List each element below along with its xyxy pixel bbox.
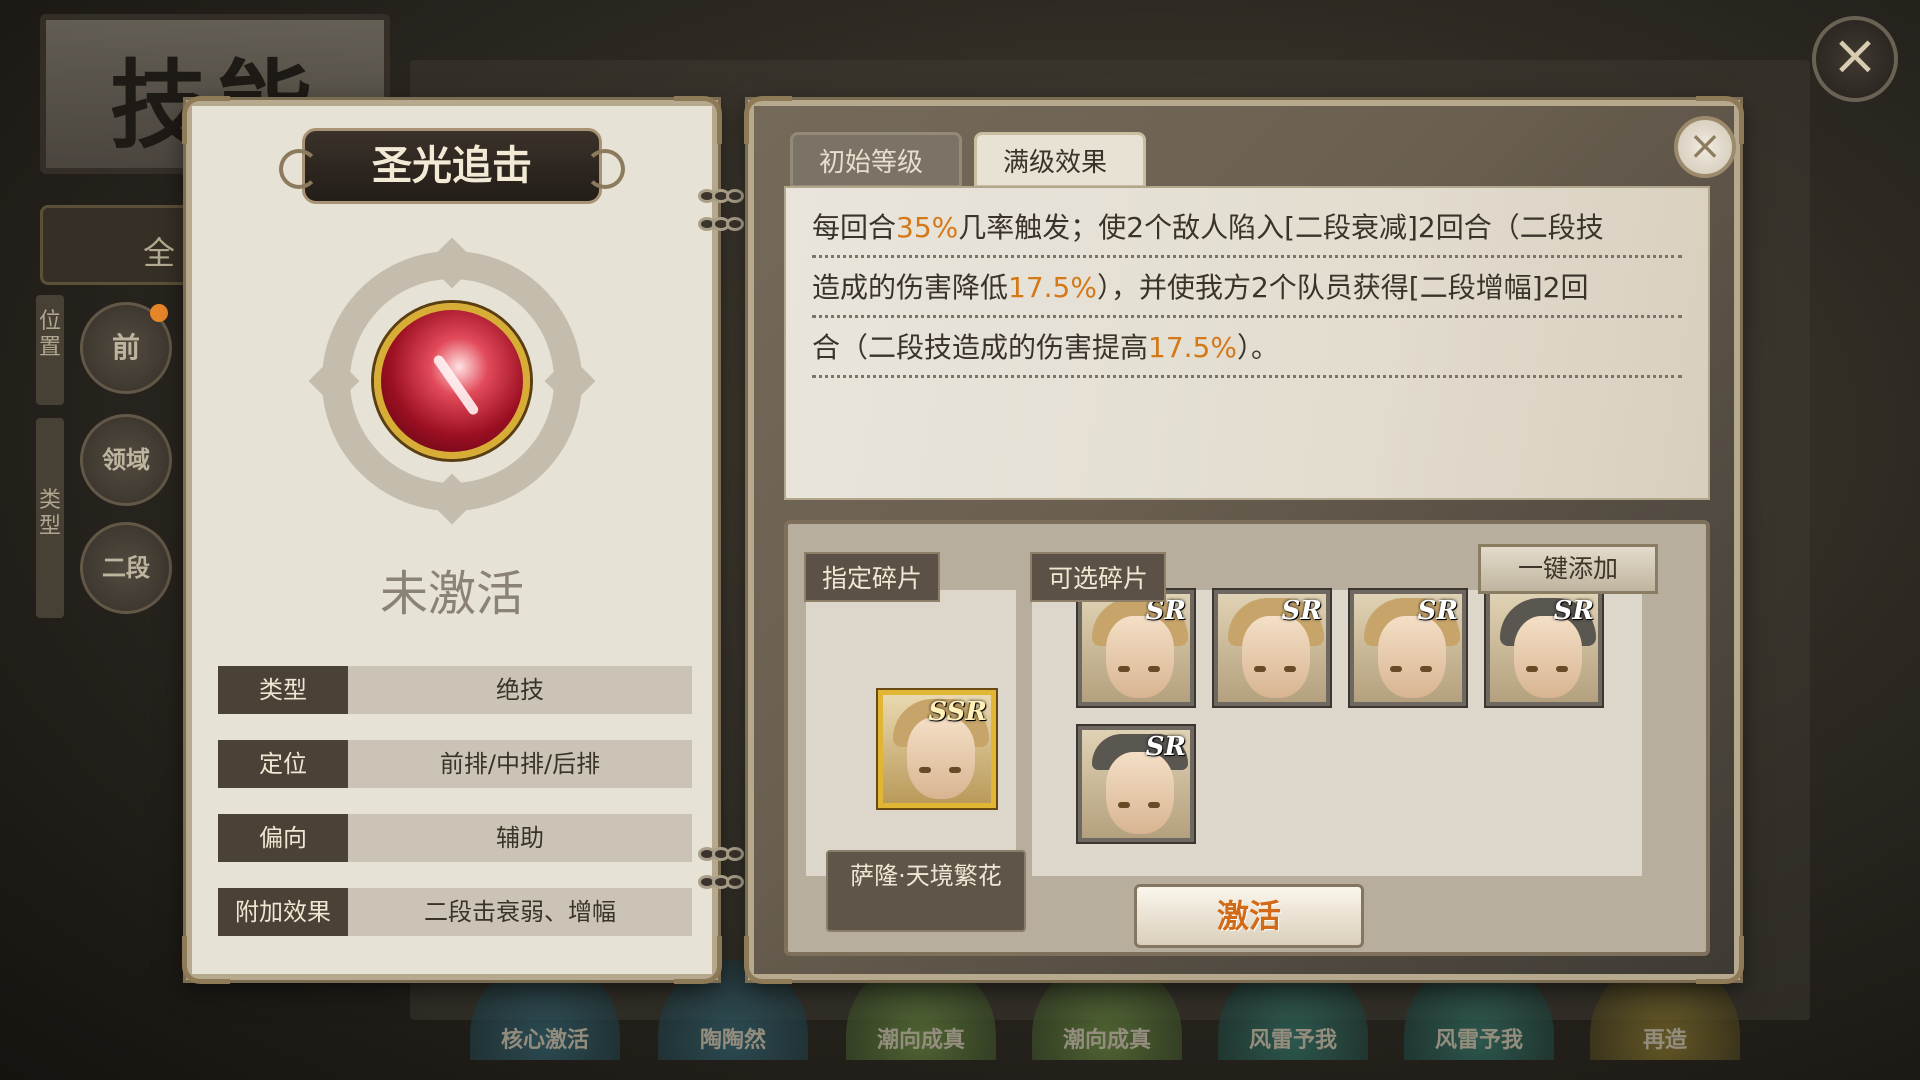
hero-portrait xyxy=(1106,616,1174,698)
desc-text: 造成的伤害降低 xyxy=(812,271,1009,304)
skill-name: 圣光追击 xyxy=(279,128,625,204)
eye xyxy=(1284,666,1296,672)
desc-highlight: 35% xyxy=(896,211,959,244)
type-filter-label: 类型 xyxy=(36,418,64,618)
ornament-corner xyxy=(182,96,230,144)
skill-detail-panel: 初始等级 满级效果 × 每回合35%几率触发；使2个敌人陷入[二段衰减]2回合（… xyxy=(744,96,1744,984)
scroll-ornament xyxy=(585,149,625,189)
skill-name-text: 圣光追击 xyxy=(372,142,532,189)
filter-all-button[interactable]: 全 xyxy=(40,205,210,285)
attribute-row: 附加效果 二段击衰弱、增幅 xyxy=(218,888,692,936)
eye xyxy=(949,767,961,773)
optional-fragment-label: 可选碎片 xyxy=(1030,552,1167,602)
attribute-row: 类型 绝技 xyxy=(218,666,692,714)
optional-fragment-slots: SR SR SR SR SR xyxy=(1032,590,1642,876)
rarity-badge: SR xyxy=(1281,596,1322,626)
ornament-corner xyxy=(744,96,792,144)
attribute-row: 偏向 辅助 xyxy=(218,814,692,862)
desc-text: 合（二段技造成的伤害提高 xyxy=(812,331,1149,364)
rarity-badge: SR xyxy=(1417,596,1458,626)
notification-dot xyxy=(150,304,168,322)
scroll-ornament xyxy=(279,149,319,189)
attribute-key: 偏向 xyxy=(218,814,348,862)
eye xyxy=(1118,802,1130,808)
hero-name: 萨隆·天境繁花 xyxy=(826,850,1026,932)
ornament-corner xyxy=(674,96,722,144)
ssr-hero-card[interactable]: SSR xyxy=(878,690,996,808)
tab-initial-level[interactable]: 初始等级 xyxy=(790,132,962,188)
holy-strike-icon xyxy=(374,303,530,459)
filter-domain-button[interactable]: 领域 xyxy=(80,414,172,506)
hero-portrait xyxy=(1242,616,1310,698)
close-icon[interactable]: × xyxy=(1674,116,1736,178)
attribute-key: 附加效果 xyxy=(218,888,348,936)
sr-hero-card[interactable]: SR xyxy=(1078,590,1194,706)
attribute-value: 绝技 xyxy=(496,676,544,704)
sr-hero-card[interactable]: SR xyxy=(1486,590,1602,706)
attribute-row: 定位 前排/中排/后排 xyxy=(218,740,692,788)
desc-text: ）。 xyxy=(1236,331,1279,364)
fixed-fragment-label: 指定碎片 xyxy=(804,552,941,602)
one-click-add-button[interactable]: 一键添加 xyxy=(1478,544,1658,594)
attribute-table: 类型 绝技 定位 前排/中排/后排 偏向 辅助 附加效果 二段击衰弱、增幅 xyxy=(218,666,692,962)
sr-hero-card[interactable]: SR xyxy=(1350,590,1466,706)
filter-second-stage-button[interactable]: 二段 xyxy=(80,522,172,614)
attribute-key: 类型 xyxy=(218,666,348,714)
description-line: 合（二段技造成的伤害提高17.5%）。 xyxy=(812,318,1682,378)
eye xyxy=(1390,666,1402,672)
tab-max-level-effect[interactable]: 满级效果 xyxy=(974,132,1146,188)
activation-status: 未激活 xyxy=(379,566,524,622)
hero-portrait xyxy=(1514,616,1582,698)
fragment-area: SSR 萨隆·天境繁花 SR SR SR SR SR 指定碎片 可选碎片 一键添… xyxy=(784,520,1710,956)
slash-mark xyxy=(431,353,481,417)
eye xyxy=(1148,802,1160,808)
desc-text: ），并使我方2个队员获得[二段增幅]2回 xyxy=(1096,271,1589,304)
eye xyxy=(1118,666,1130,672)
rarity-badge: SR xyxy=(1553,596,1594,626)
attribute-key: 定位 xyxy=(218,740,348,788)
sr-hero-card[interactable]: SR xyxy=(1078,726,1194,842)
eye xyxy=(1420,666,1432,672)
rarity-badge: SR xyxy=(1145,732,1186,762)
hero-portrait xyxy=(907,717,975,799)
hero-portrait xyxy=(1378,616,1446,698)
eye xyxy=(1526,666,1538,672)
eye xyxy=(1148,666,1160,672)
close-icon[interactable]: × xyxy=(1812,16,1898,102)
fixed-fragment-slot: SSR 萨隆·天境繁花 xyxy=(806,590,1026,932)
description-line: 造成的伤害降低17.5%），并使我方2个队员获得[二段增幅]2回 xyxy=(812,258,1682,318)
sr-hero-card[interactable]: SR xyxy=(1214,590,1330,706)
rarity-badge: SSR xyxy=(928,697,987,727)
eye xyxy=(1254,666,1266,672)
attribute-value: 前排/中排/后排 xyxy=(439,750,601,778)
eye xyxy=(919,767,931,773)
desc-highlight: 17.5% xyxy=(1008,271,1097,304)
skill-card: 圣光追击 未激活 类型 绝技 定位 前排/中排/后排 偏向 辅助 附加效果 二段… xyxy=(182,96,722,984)
hero-portrait xyxy=(1106,752,1174,834)
description-line: 每回合35%几率触发；使2个敌人陷入[二段衰减]2回合（二段技 xyxy=(812,198,1682,258)
position-filter-label: 位置 xyxy=(36,295,64,405)
activate-button[interactable]: 激活 xyxy=(1134,884,1364,948)
desc-text: 每回合 xyxy=(812,211,897,244)
eye xyxy=(1556,666,1568,672)
skill-description: 每回合35%几率触发；使2个敌人陷入[二段衰减]2回合（二段技 造成的伤害降低1… xyxy=(784,186,1710,500)
attribute-value: 辅助 xyxy=(496,824,544,852)
skill-emblem-icon xyxy=(308,237,596,525)
attribute-value: 二段击衰弱、增幅 xyxy=(424,898,616,926)
desc-highlight: 17.5% xyxy=(1148,331,1237,364)
desc-text: 几率触发；使2个敌人陷入[二段衰减]2回合（二段技 xyxy=(958,211,1604,244)
